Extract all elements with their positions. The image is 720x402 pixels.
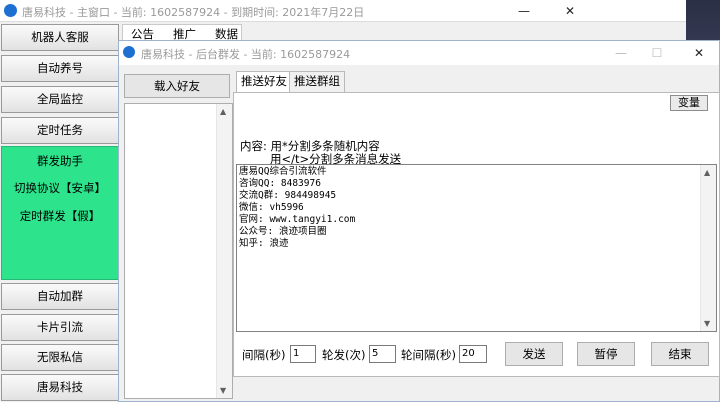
- qq-penguin-icon: [123, 46, 135, 58]
- card-traffic-button[interactable]: 卡片引流: [1, 314, 119, 341]
- sub-maximize-icon[interactable]: ☐: [643, 44, 671, 62]
- scroll-down-icon[interactable]: ▼: [220, 386, 226, 395]
- auto-nurture-button[interactable]: 自动养号: [1, 55, 119, 82]
- robot-service-button[interactable]: 机器人客服: [1, 24, 119, 51]
- unlimited-dm-button[interactable]: 无限私信: [1, 344, 119, 371]
- rounds-label: 轮发(次): [322, 348, 366, 362]
- app-icon: [4, 4, 17, 17]
- timed-group-send-item[interactable]: 定时群发【假】: [2, 208, 118, 224]
- auto-join-group-button[interactable]: 自动加群: [1, 283, 119, 310]
- switch-protocol-item[interactable]: 切换协议【安卓】: [2, 180, 118, 196]
- content-scroll-down-icon[interactable]: ▼: [704, 319, 710, 328]
- tab-push-friends[interactable]: 推送好友: [236, 71, 292, 94]
- load-friends-button[interactable]: 载入好友: [124, 74, 230, 98]
- sub-close-icon[interactable]: ✕: [685, 44, 713, 62]
- group-send-panel: 群发助手 切换协议【安卓】 定时群发【假】: [1, 146, 119, 280]
- end-button[interactable]: 结束: [651, 342, 709, 366]
- minimize-icon[interactable]: —: [510, 2, 538, 20]
- close-icon[interactable]: ✕: [556, 2, 584, 20]
- friend-list-scrollbar[interactable]: ▲ ▼: [216, 104, 232, 398]
- content-scroll-up-icon[interactable]: ▲: [704, 168, 710, 177]
- sub-window-title: 唐易科技 - 后台群发 - 当前: 1602587924: [141, 48, 351, 61]
- friend-list[interactable]: ▲ ▼: [124, 103, 233, 399]
- variable-button[interactable]: 变量: [670, 95, 708, 111]
- sub-title-bar: 唐易科技 - 后台群发 - 当前: 1602587924 — ☐ ✕: [119, 41, 719, 65]
- scheduled-task-button[interactable]: 定时任务: [1, 117, 119, 144]
- group-send-assistant-item[interactable]: 群发助手: [2, 153, 118, 169]
- content-scrollbar[interactable]: ▲ ▼: [700, 165, 716, 331]
- push-tab-strip: 推送好友 推送群组: [233, 71, 720, 94]
- tab-push-groups[interactable]: 推送群组: [289, 71, 345, 93]
- group-send-window: 唐易科技 - 后台群发 - 当前: 1602587924 — ☐ ✕ 载入好友 …: [118, 40, 720, 402]
- interval-input[interactable]: 1: [290, 345, 316, 363]
- global-monitor-button[interactable]: 全局监控: [1, 86, 119, 113]
- main-title-bar: 唐易科技 - 主窗口 - 当前: 1602587924 - 到期时间: 2021…: [0, 0, 720, 22]
- pause-button[interactable]: 暂停: [577, 342, 635, 366]
- main-window-title: 唐易科技 - 主窗口 - 当前: 1602587924 - 到期时间: 2021…: [22, 6, 365, 19]
- sub-minimize-icon[interactable]: —: [607, 44, 635, 62]
- message-content-textarea[interactable]: 唐易QQ综合引流软件 咨询QQ: 8483976 交流Q群: 984498945…: [236, 164, 717, 332]
- rounds-input[interactable]: 5: [369, 345, 396, 363]
- send-button[interactable]: 发送: [505, 342, 563, 366]
- round-interval-label: 轮间隔(秒): [401, 348, 456, 362]
- message-content-text: 唐易QQ综合引流软件 咨询QQ: 8483976 交流Q群: 984498945…: [239, 166, 356, 249]
- round-interval-input[interactable]: 20: [459, 345, 487, 363]
- interval-label: 间隔(秒): [242, 348, 286, 362]
- tangyi-tech-button[interactable]: 唐易科技: [1, 374, 119, 401]
- scroll-up-icon[interactable]: ▲: [220, 107, 226, 116]
